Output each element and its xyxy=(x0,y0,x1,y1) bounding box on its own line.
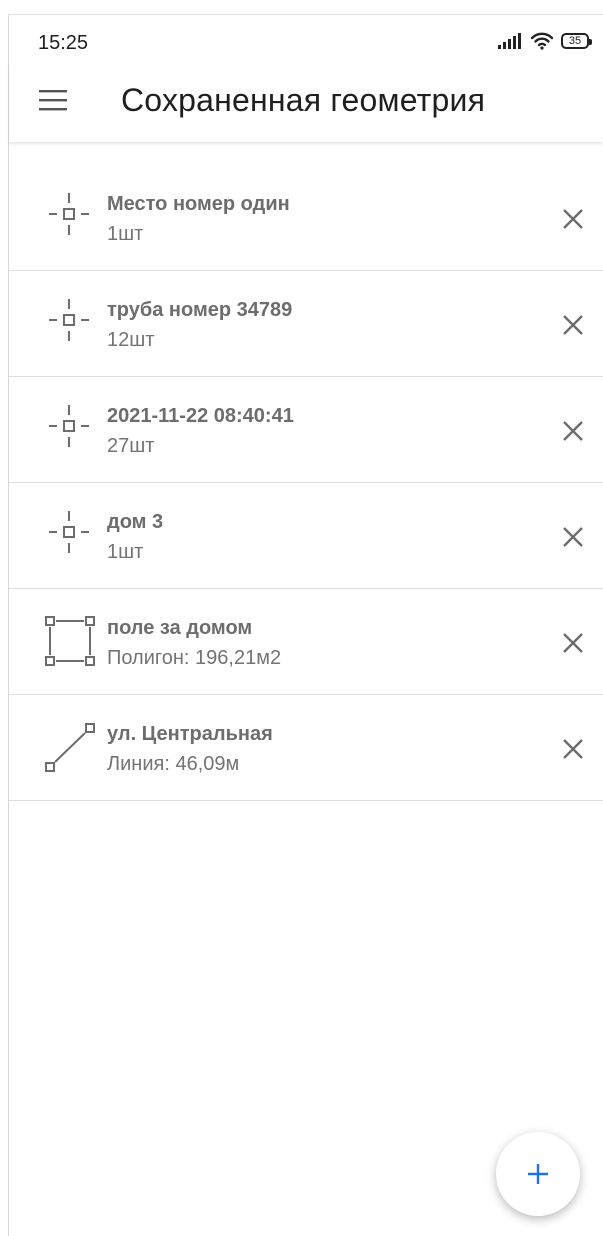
close-icon[interactable] xyxy=(559,629,587,657)
item-subtitle: Линия: 46,09м xyxy=(107,753,240,775)
item-subtitle: 12шт xyxy=(107,329,155,351)
status-icons: 35 xyxy=(497,30,592,52)
geometry-list: Место номер один 1шт труба номер 34789 1… xyxy=(9,165,603,801)
signal-icon xyxy=(498,33,521,49)
battery-icon: 35 xyxy=(561,33,592,49)
item-subtitle: 1шт xyxy=(107,541,144,563)
item-subtitle: 27шт xyxy=(107,435,155,457)
item-subtitle: 1шт xyxy=(107,223,144,245)
close-icon[interactable] xyxy=(559,205,587,233)
close-icon[interactable] xyxy=(559,735,587,763)
add-button[interactable] xyxy=(496,1132,580,1216)
line-icon xyxy=(45,723,95,772)
status-bar: 15:25 35 xyxy=(0,0,603,62)
list-item[interactable]: труба номер 34789 12шт xyxy=(9,271,603,377)
item-title: ул. Центральная xyxy=(107,723,273,745)
item-title: труба номер 34789 xyxy=(107,299,293,321)
item-title: поле за домом xyxy=(107,617,253,639)
list-item[interactable]: 2021-11-22 08:40:41 27шт xyxy=(9,377,603,483)
point-icon xyxy=(49,299,89,341)
list-item[interactable]: дом 3 1шт xyxy=(9,483,603,589)
item-title: 2021-11-22 08:40:41 xyxy=(107,405,294,427)
polygon-icon xyxy=(45,616,95,666)
close-icon[interactable] xyxy=(559,311,587,339)
menu-icon[interactable] xyxy=(37,88,69,112)
wifi-icon xyxy=(530,32,554,50)
app-bar: Сохраненная геометрия xyxy=(9,62,603,142)
point-icon xyxy=(49,511,89,553)
plus-icon xyxy=(528,1164,548,1184)
point-icon xyxy=(49,193,89,235)
close-icon[interactable] xyxy=(559,523,587,551)
page-title: Сохраненная геометрия xyxy=(121,82,486,118)
point-icon xyxy=(49,405,89,447)
list-item[interactable]: ул. Центральная Линия: 46,09м xyxy=(9,695,603,801)
item-title: Место номер один xyxy=(107,193,290,215)
close-icon[interactable] xyxy=(559,417,587,445)
list-item[interactable]: Место номер один 1шт xyxy=(9,165,603,271)
battery-level: 35 xyxy=(568,34,582,47)
list-item[interactable]: поле за домом Полигон: 196,21м2 xyxy=(9,589,603,695)
item-title: дом 3 xyxy=(107,511,164,533)
item-subtitle: Полигон: 196,21м2 xyxy=(107,647,282,669)
status-time: 15:25 xyxy=(38,32,89,54)
